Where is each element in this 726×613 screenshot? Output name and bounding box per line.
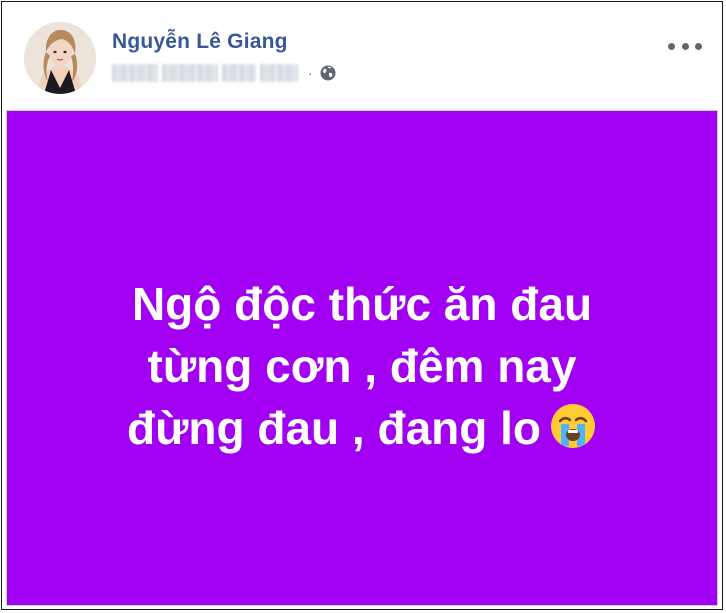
status-card: Ngộ độc thức ăn đau từng cơn , đêm nay đ… <box>6 110 718 606</box>
more-dot <box>695 42 702 50</box>
post-meta: · <box>112 62 337 84</box>
loudly-crying-face-icon <box>549 402 597 465</box>
status-text: Ngộ độc thức ăn đau từng cơn , đêm nay đ… <box>7 273 717 465</box>
status-line-last: đừng đau , đang lo <box>7 397 717 465</box>
author-avatar[interactable] <box>24 22 96 94</box>
more-dot <box>681 42 689 50</box>
blurred-timestamp[interactable] <box>260 64 298 82</box>
status-line: từng cơn , đêm nay <box>147 340 577 392</box>
author-name[interactable]: Nguyễn Lê Giang <box>112 30 288 54</box>
facebook-post: Nguyễn Lê Giang · Ngộ độc thức ăn đau từ… <box>1 1 723 610</box>
more-dot <box>668 42 675 50</box>
blurred-timestamp[interactable] <box>222 64 256 82</box>
blurred-timestamp[interactable] <box>162 64 218 82</box>
status-line-text: đừng đau , đang lo <box>126 402 542 454</box>
meta-separator-dot: · <box>308 65 313 81</box>
status-line: Ngộ độc thức ăn đau <box>131 278 593 330</box>
more-options-icon[interactable] <box>668 36 702 56</box>
globe-icon[interactable] <box>319 64 337 82</box>
blurred-timestamp[interactable] <box>112 64 158 82</box>
post-header: Nguyễn Lê Giang · <box>2 2 722 110</box>
avatar-photo <box>24 22 96 94</box>
